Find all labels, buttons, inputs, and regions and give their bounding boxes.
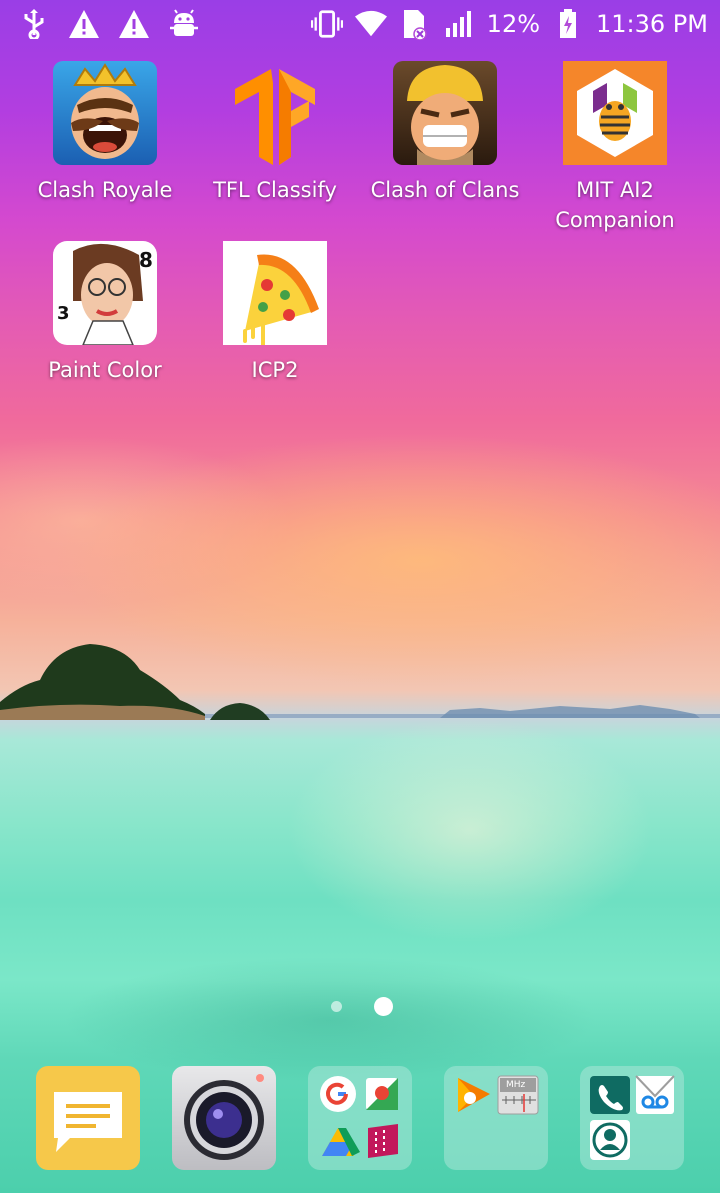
app-paint-color[interactable]: 8 3 Paint Color — [20, 241, 190, 385]
dock-google-folder[interactable] — [308, 1066, 412, 1170]
usb-icon — [18, 8, 50, 40]
app-label: Clash of Clans — [370, 178, 520, 202]
app-mit-ai2-companion[interactable]: MIT AI2 Companion — [530, 61, 700, 235]
svg-text:8: 8 — [139, 248, 153, 272]
pizza-icon — [223, 241, 327, 345]
dock-media-folder[interactable]: MHz — [444, 1066, 548, 1170]
page-indicator-1[interactable] — [331, 1001, 342, 1012]
phone-folder-icon — [590, 1075, 675, 1160]
tensorflow-icon — [223, 61, 327, 165]
app-clash-of-clans[interactable]: Clash of Clans — [360, 61, 530, 205]
mit-ai2-icon — [563, 61, 667, 165]
app-tfl-classify[interactable]: TFL Classify — [190, 61, 360, 205]
no-sim-icon — [399, 8, 431, 40]
android-debug-icon — [168, 8, 200, 40]
wallpaper-islet — [210, 703, 270, 720]
svg-text:3: 3 — [57, 303, 70, 324]
status-bar: 12% 11:36 PM — [0, 0, 720, 50]
radio-mhz-label: MHz — [506, 1080, 526, 1090]
charging-battery-icon — [552, 8, 584, 40]
app-icp2[interactable]: ICP2 — [190, 241, 360, 385]
paint-color-icon: 8 3 — [53, 241, 157, 345]
page-indicator-2-active[interactable] — [374, 997, 393, 1016]
clash-of-clans-icon — [393, 61, 497, 165]
dock-camera[interactable] — [172, 1066, 276, 1170]
wifi-icon — [354, 8, 387, 40]
app-label: TFL Classify — [213, 178, 337, 202]
wallpaper-island — [0, 644, 205, 720]
google-apps-folder-icon — [320, 1076, 398, 1158]
messages-icon — [54, 1092, 122, 1152]
dock-messages[interactable] — [36, 1066, 140, 1170]
camera-icon — [184, 1074, 264, 1160]
vibrate-icon — [310, 8, 343, 40]
app-clash-royale[interactable]: Clash Royale — [20, 61, 190, 205]
wallpaper-mountains — [440, 705, 700, 718]
clock: 11:36 PM — [596, 10, 708, 38]
warning-icon — [118, 8, 150, 40]
app-label: ICP2 — [251, 358, 299, 382]
battery-percentage: 12% — [486, 10, 541, 38]
warning-icon — [68, 8, 100, 40]
app-label: Clash Royale — [37, 178, 173, 202]
app-label: Paint Color — [48, 358, 162, 382]
app-label: MIT AI2 Companion — [555, 178, 675, 232]
signal-icon — [443, 8, 475, 40]
media-folder-icon — [458, 1075, 539, 1115]
dock-phone-folder[interactable] — [580, 1066, 684, 1170]
clash-royale-icon — [53, 61, 157, 165]
